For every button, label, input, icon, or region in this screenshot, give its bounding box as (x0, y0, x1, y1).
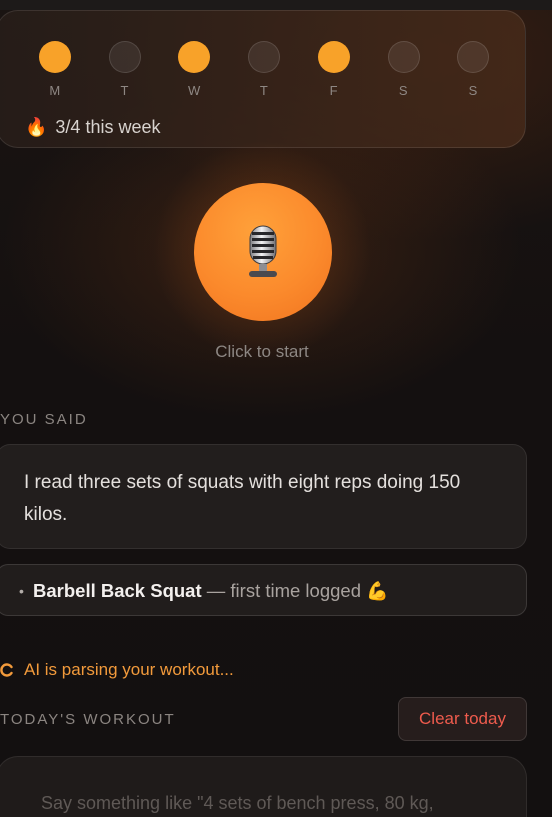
record-hint: Click to start (215, 342, 309, 361)
exercise-name: Barbell Back Squat (33, 580, 202, 601)
day-dot-completed (178, 41, 211, 73)
bullet: • (19, 583, 24, 599)
day-label: T (120, 83, 129, 98)
microphone-icon (249, 225, 277, 277)
day-dot-empty (387, 41, 420, 73)
day-indicator: S (387, 41, 421, 107)
day-dot-empty (108, 41, 141, 73)
transcript-text: I read three sets of squats with eight r… (24, 472, 461, 525)
day-indicator: T (108, 41, 142, 107)
transcript-card: I read three sets of squats with eight r… (0, 444, 527, 549)
parsing-status: AI is parsing your workout... (0, 658, 234, 682)
app-screen: MTWTFSS 🔥 3/4 this week Click to start Y… (0, 0, 552, 817)
weekly-streak-card: M T W T F S S 🔥 3/4 this week (0, 10, 526, 148)
you-said-label: YOU SAID (0, 411, 88, 428)
day-indicator: T (247, 41, 281, 107)
day-indicator: F (317, 41, 351, 107)
day-dot-empty (457, 41, 490, 73)
empty-state-hint: Say something like "4 sets of bench pres… (41, 793, 434, 813)
today-workout-card: Say something like "4 sets of bench pres… (0, 756, 527, 817)
day-label: W (188, 83, 201, 98)
day-indicator: W (177, 41, 211, 107)
spinner-icon (0, 663, 13, 677)
day-label: S (398, 83, 409, 98)
parsing-text: AI is parsing your workout... (24, 660, 234, 679)
record-button[interactable] (194, 183, 332, 321)
exercise-note: — first time logged (201, 580, 367, 601)
detected-exercise-card: • Barbell Back Squat — first time logged… (0, 564, 527, 616)
flexed-biceps-icon: 💪 (366, 581, 389, 601)
todays-workout-label: TODAY'S WORKOUT (0, 711, 176, 728)
streak-summary: 🔥 3/4 this week (25, 115, 160, 139)
day-dot-completed (317, 41, 350, 73)
day-dot-completed (39, 41, 71, 73)
day-label: S (468, 83, 478, 98)
clear-today-button[interactable]: Clear today (398, 697, 527, 741)
top-bar-edge (0, 0, 552, 10)
day-label: M (49, 83, 61, 98)
fire-icon: 🔥 (25, 117, 48, 137)
day-label: F (329, 83, 339, 98)
streak-text: 3/4 this week (55, 116, 161, 137)
detected-exercise-line: Barbell Back Squat — first time logged 💪 (33, 580, 389, 602)
day-label: T (259, 83, 269, 98)
day-indicator: M (38, 41, 72, 107)
day-indicator: S (456, 41, 490, 107)
day-dot-empty (248, 41, 281, 73)
